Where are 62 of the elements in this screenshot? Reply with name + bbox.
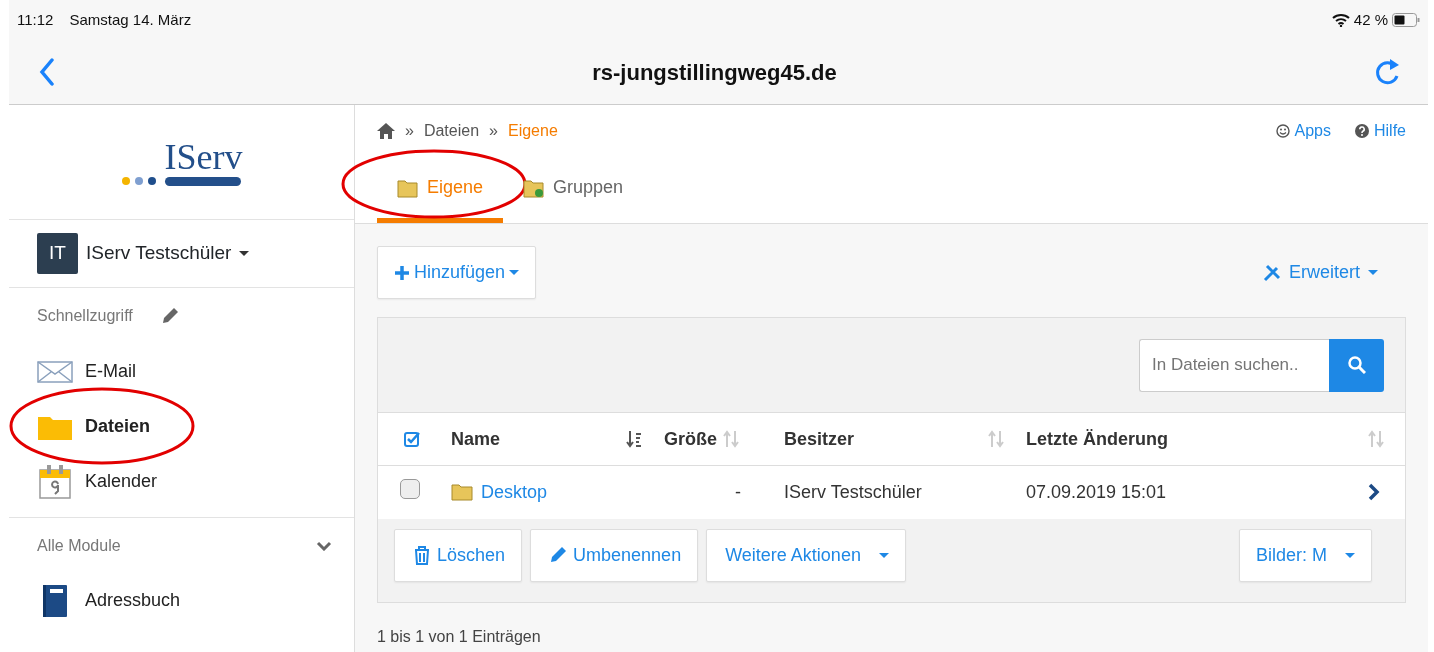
sidebar-item[interactable]: E-Mail — [9, 344, 354, 399]
folder-icon — [451, 483, 473, 502]
caret-icon — [239, 251, 250, 256]
chevron-down-icon[interactable] — [316, 540, 332, 551]
header-link[interactable]: Apps — [1275, 119, 1331, 143]
table-cell: - — [663, 465, 783, 519]
envelope-icon — [37, 360, 73, 383]
folder-icon — [397, 177, 419, 198]
sidebar-item[interactable]: Dateien — [9, 399, 354, 454]
trash-icon — [413, 545, 431, 565]
file-link[interactable]: Desktop — [481, 478, 548, 506]
logo-text: IServ — [164, 138, 243, 175]
column-header[interactable]: Letzte Änderung — [1026, 425, 1168, 453]
entries-info: 1 bis 1 von 1 Einträgen — [377, 626, 542, 647]
group-folder-icon — [523, 177, 546, 198]
breadcrumb-separator: » — [405, 121, 414, 141]
table-cell-text: 07.09.2019 15:01 — [1026, 480, 1167, 504]
select-all-icon[interactable] — [404, 431, 420, 447]
table-cell: IServ Testschüler — [783, 465, 1025, 519]
calendar-icon — [37, 464, 73, 499]
section-heading: Alle Module — [37, 535, 121, 556]
sidebar-item[interactable]: Kalender — [9, 454, 354, 509]
caret-icon — [1345, 552, 1355, 558]
action-button[interactable]: Umbenennen — [530, 528, 699, 582]
user-menu[interactable]: IServ Testschüler — [86, 239, 250, 268]
search-field[interactable]: In Dateien suchen.. — [1139, 338, 1329, 392]
breadcrumb-link[interactable]: Dateien — [423, 119, 480, 143]
caret-icon — [509, 270, 520, 275]
action-button[interactable]: Weitere Aktionen — [706, 528, 906, 582]
search-icon — [1347, 356, 1366, 374]
back-icon[interactable] — [39, 58, 55, 86]
column-header[interactable]: Größe — [664, 425, 717, 453]
row-checkbox[interactable] — [400, 478, 420, 499]
column-header[interactable]: Besitzer — [784, 425, 855, 453]
header-link[interactable]: Hilfe — [1355, 119, 1406, 143]
home-icon[interactable] — [377, 123, 395, 139]
chevron-right-icon[interactable] — [1368, 483, 1380, 502]
breadcrumb-separator: » — [489, 121, 498, 141]
caret-icon — [1368, 270, 1378, 275]
caret-icon — [878, 552, 889, 558]
pencil-icon — [549, 545, 568, 565]
advanced-button[interactable]: Erweitert — [1251, 253, 1390, 292]
section-heading: Schnellzugriff — [37, 306, 133, 326]
plus-icon — [394, 264, 410, 281]
battery-percentage: 42 % — [1353, 9, 1388, 30]
page-title: rs-jungstillingweg45.de — [592, 58, 837, 87]
status-date: Samstag 14. März — [69, 9, 192, 30]
view-size-button[interactable]: Bilder: M — [1239, 528, 1372, 582]
action-button[interactable]: Löschen — [394, 528, 523, 582]
help-icon — [1355, 124, 1369, 138]
tab[interactable]: Gruppen — [503, 157, 644, 223]
battery-icon — [1392, 13, 1420, 27]
user-avatar: IT — [37, 233, 78, 274]
wifi-icon — [1331, 13, 1350, 27]
sort-active-icon[interactable] — [626, 430, 642, 448]
smiley-icon — [1275, 124, 1290, 138]
column-header[interactable]: Name — [451, 425, 501, 453]
sidebar-item[interactable]: Adressbuch — [9, 573, 354, 628]
add-button[interactable]: Hinzufügen — [377, 246, 537, 299]
search-button[interactable] — [1329, 338, 1384, 392]
pencil-icon[interactable] — [160, 307, 179, 325]
status-time: 11:12 — [17, 9, 54, 30]
